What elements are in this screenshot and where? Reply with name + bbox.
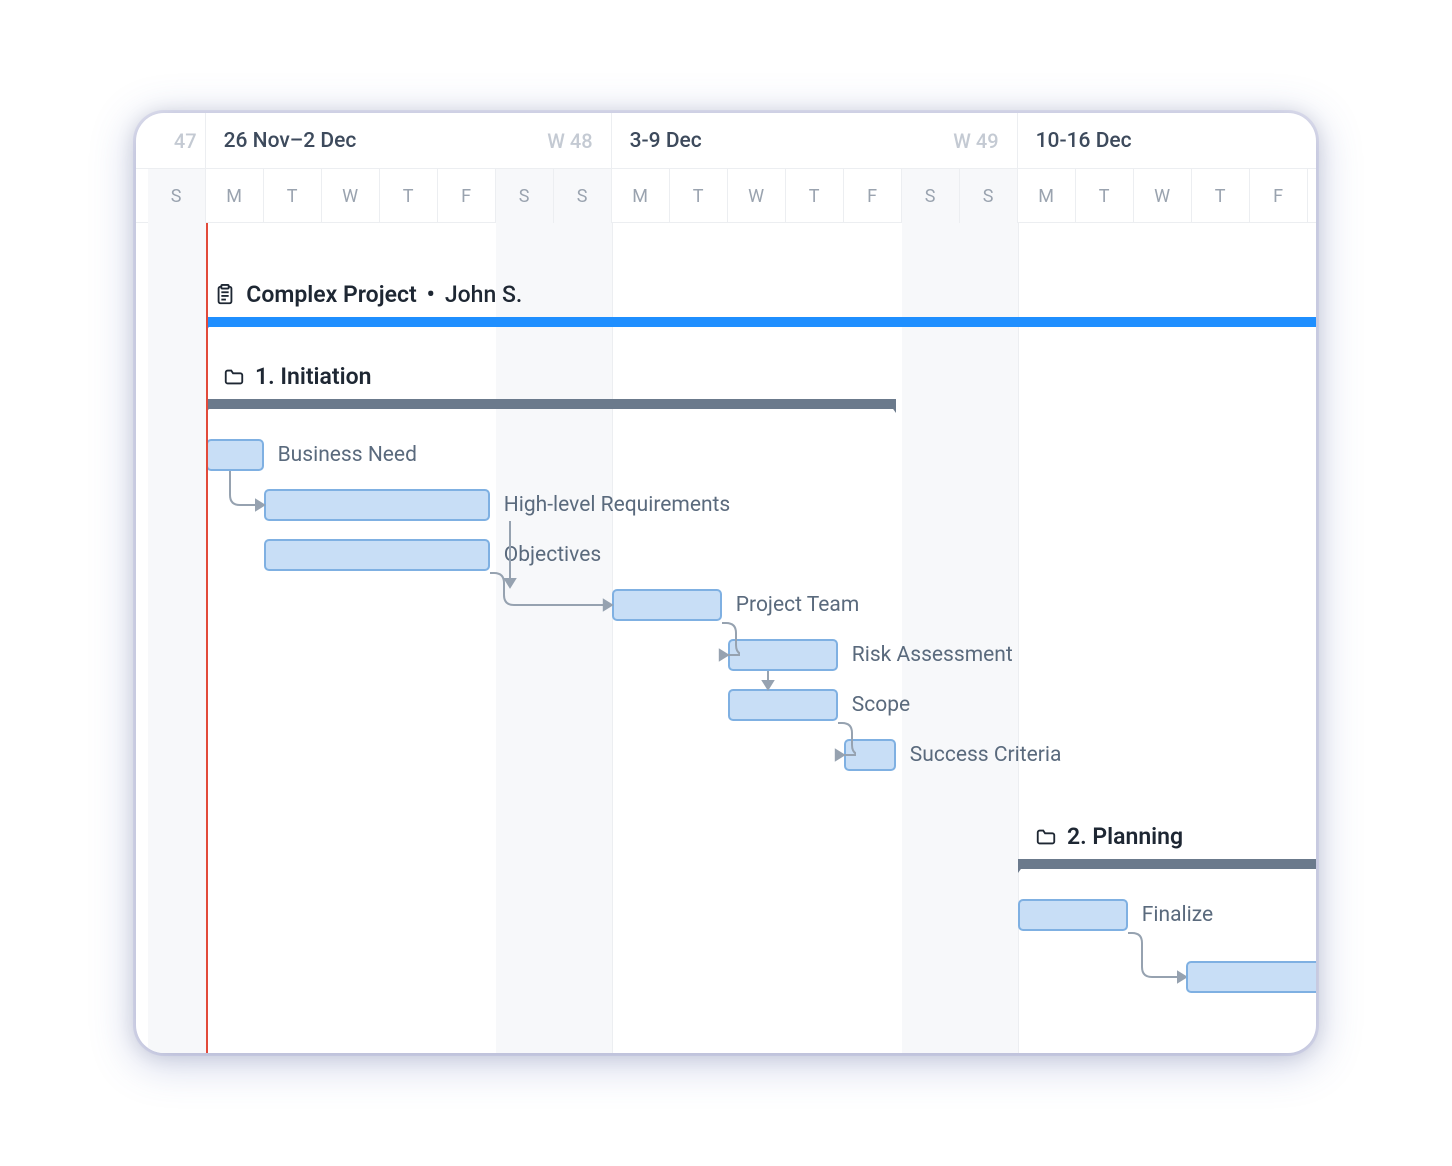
phase-bar[interactable] <box>206 399 896 409</box>
task-bar[interactable] <box>264 539 490 571</box>
day-cell[interactable]: W <box>728 169 786 223</box>
task-label: Risk Assessment <box>852 643 1013 667</box>
day-cell[interactable]: F <box>844 169 902 223</box>
phase-title[interactable]: 2. Planning <box>1035 823 1183 850</box>
day-cell[interactable]: S <box>496 169 554 223</box>
day-cell[interactable]: F <box>438 169 496 223</box>
task-label: Project Team <box>736 593 859 617</box>
task-bar[interactable] <box>728 639 838 671</box>
weekend-column <box>496 223 554 1053</box>
week-number: W 48 <box>547 129 592 153</box>
task-bar[interactable] <box>1186 961 1316 993</box>
day-cell[interactable]: S <box>554 169 612 223</box>
day-cell[interactable]: F <box>1250 169 1308 223</box>
project-owner: John S. <box>445 281 522 308</box>
day-cell[interactable]: T <box>380 169 438 223</box>
task-bar[interactable] <box>728 689 838 721</box>
week-number: W 49 <box>953 129 998 153</box>
week-range: 3-9 Dec <box>630 129 702 153</box>
week-cell-2[interactable]: 10-16 Dec <box>1018 113 1316 168</box>
dependency-arrow <box>478 561 624 617</box>
day-row: SMTWTFSSMTWTFSSMTWTF <box>136 168 1316 223</box>
task-label: Business Need <box>278 443 417 467</box>
day-cell[interactable]: S <box>148 169 206 223</box>
phase-title[interactable]: 1. Initiation <box>223 363 371 390</box>
dependency-arrow <box>756 659 780 701</box>
day-cell[interactable]: S <box>902 169 960 223</box>
today-line <box>206 223 208 1053</box>
task-bar[interactable] <box>264 489 490 521</box>
task-label: Scope <box>852 693 910 717</box>
day-cell[interactable]: T <box>786 169 844 223</box>
weekend-column <box>148 223 206 1053</box>
day-cell[interactable]: M <box>206 169 264 223</box>
day-cell[interactable]: M <box>1018 169 1076 223</box>
phase-name: 1. Initiation <box>255 363 371 390</box>
day-cell[interactable]: S <box>960 169 1018 223</box>
phase-bar[interactable] <box>1018 859 1316 869</box>
dependency-arrow <box>826 711 856 767</box>
day-cell[interactable]: T <box>670 169 728 223</box>
folder-icon <box>223 366 245 388</box>
week-range: 26 Nov–2 Dec <box>224 129 357 153</box>
dependency-arrow <box>710 611 740 667</box>
weekend-column <box>902 223 960 1053</box>
day-cell[interactable]: T <box>1192 169 1250 223</box>
task-label: High-level Requirements <box>504 493 730 517</box>
day-cell[interactable]: T <box>264 169 322 223</box>
day-cell[interactable]: T <box>1076 169 1134 223</box>
week-cell-0[interactable]: 26 Nov–2 Dec W 48 <box>206 113 612 168</box>
project-title[interactable]: Complex Project • John S. <box>214 281 522 308</box>
week-separator <box>612 223 613 1053</box>
folder-icon <box>1035 826 1057 848</box>
task-bar[interactable] <box>612 589 722 621</box>
phase-name: 2. Planning <box>1067 823 1183 850</box>
gantt-chart[interactable]: Complex Project • John S. 1. Initiation Busi… <box>136 223 1316 1053</box>
task-label: Success Criteria <box>910 743 1062 767</box>
day-cell[interactable]: W <box>1134 169 1192 223</box>
weekend-column <box>554 223 612 1053</box>
task-bar[interactable] <box>1018 899 1128 931</box>
week-cell-1[interactable]: 3-9 Dec W 49 <box>612 113 1018 168</box>
week-row: 47 26 Nov–2 Dec W 48 3-9 Dec W 49 10-16 … <box>136 113 1316 168</box>
dependency-arrow <box>218 459 276 517</box>
clipboard-icon <box>214 284 236 306</box>
project-bar[interactable] <box>206 317 1316 327</box>
project-name: Complex Project <box>246 281 416 308</box>
timeline-header: 47 26 Nov–2 Dec W 48 3-9 Dec W 49 10-16 … <box>136 113 1316 223</box>
week-range: 10-16 Dec <box>1036 129 1132 153</box>
week-cell-partial[interactable]: 47 <box>136 113 206 168</box>
week-number: 47 <box>174 129 197 153</box>
day-cell[interactable]: M <box>612 169 670 223</box>
weekend-column <box>960 223 1018 1053</box>
day-cell[interactable]: W <box>322 169 380 223</box>
separator-dot: • <box>427 281 435 308</box>
